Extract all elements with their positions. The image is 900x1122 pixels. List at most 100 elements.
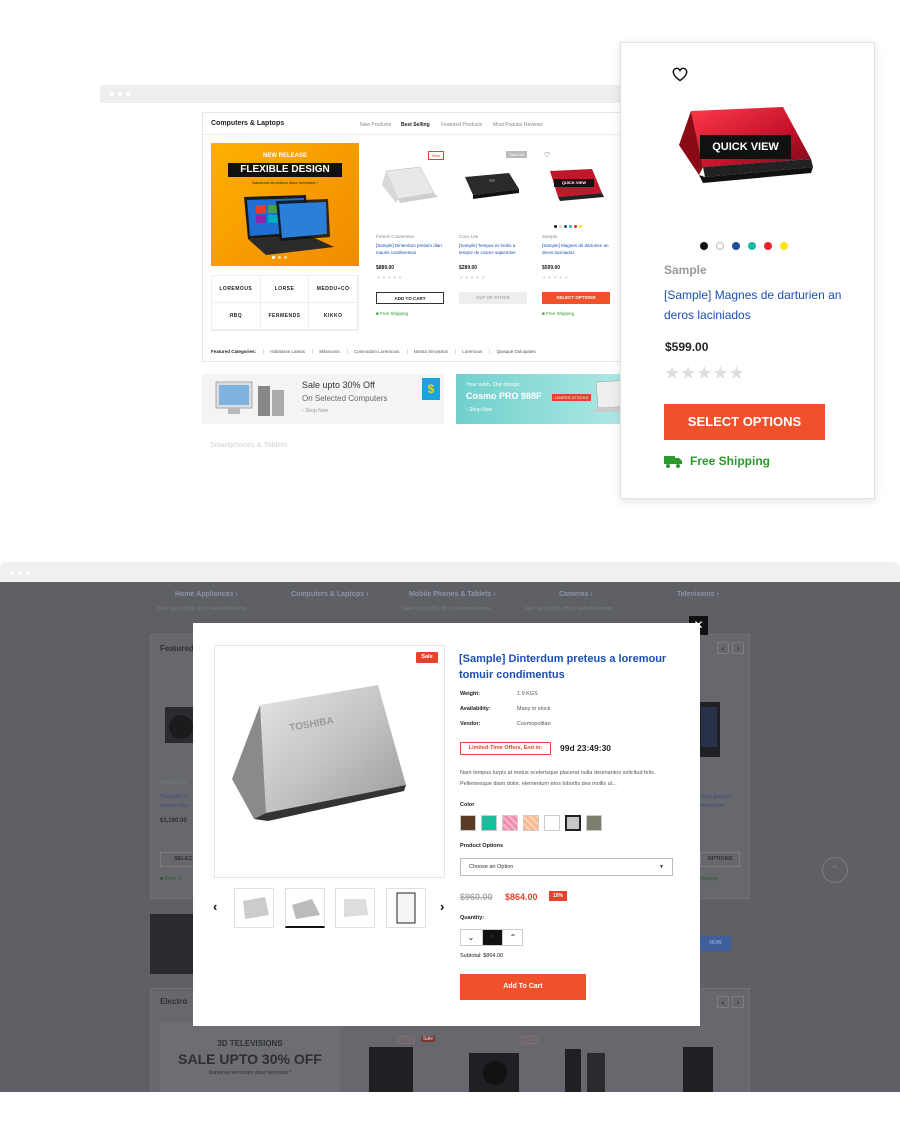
tab-featured-products[interactable]: Featured Products xyxy=(441,122,482,128)
nav-televisions[interactable]: Televisions › xyxy=(677,591,719,598)
scroll-to-top-icon[interactable]: ⌃ xyxy=(822,857,848,883)
color-option[interactable] xyxy=(481,815,497,831)
increase-quantity-button[interactable]: ⌃ xyxy=(503,930,523,945)
color-option[interactable] xyxy=(460,815,476,831)
shop-now-link[interactable]: › Shop Now xyxy=(302,408,328,414)
brand-logo[interactable]: MEDDU+CO xyxy=(309,276,358,303)
sale-badge: Sale xyxy=(421,1036,436,1042)
nav-cameras[interactable]: Cameras › xyxy=(559,591,593,598)
prev-arrow-icon[interactable]: ‹ xyxy=(717,642,729,654)
banner-pager[interactable] xyxy=(272,256,287,259)
product-options-select[interactable]: Choose an Option ▼ xyxy=(460,858,673,876)
brand-logo[interactable]: LORSE xyxy=(260,276,310,303)
brand-logo[interactable]: FERMENDS xyxy=(260,303,310,330)
product-title: [Sample] Dinterdum preteus a loremour to… xyxy=(459,653,667,681)
brand-logo[interactable]: ЯBQ xyxy=(212,303,261,330)
desktop-computer-image xyxy=(215,381,284,416)
sold-out-badge: Sold out xyxy=(506,151,527,158)
prev-arrow-icon[interactable]: ‹ xyxy=(213,899,217,914)
category-link[interactable]: Habitasse Lateas xyxy=(263,349,306,354)
wishlist-heart-icon[interactable]: ♡ xyxy=(544,151,550,159)
category-link[interactable]: Quisque Doluipates xyxy=(489,349,536,354)
swatch-blue[interactable] xyxy=(732,242,740,250)
next-arrow-icon[interactable]: › xyxy=(732,642,744,654)
out-of-stock-button[interactable]: OUT OF STOCK xyxy=(459,292,527,304)
color-option[interactable] xyxy=(523,815,539,831)
decrease-quantity-button[interactable]: ⌄ xyxy=(461,930,481,945)
quick-view-button[interactable]: QUICK VIEW xyxy=(700,135,791,159)
swatch-red[interactable] xyxy=(764,242,772,250)
swatch-white[interactable] xyxy=(716,242,724,250)
banner-top-text: 3D TELEVISIONS xyxy=(217,1039,283,1048)
add-to-cart-button[interactable]: Add To Cart xyxy=(460,974,586,1000)
new-badge: New xyxy=(398,1036,415,1044)
category-link[interactable]: Milanceos xyxy=(312,349,340,354)
shop-now-button[interactable]: NOW xyxy=(700,936,731,951)
color-option[interactable] xyxy=(502,815,518,831)
color-option-selected[interactable] xyxy=(565,815,581,831)
product-title[interactable]: [Sample] Magnes de darturien an deros la… xyxy=(542,242,610,256)
thumbnail-active[interactable] xyxy=(285,888,325,928)
options-button[interactable]: OPTIONS xyxy=(700,852,740,867)
product-price: $599.00 xyxy=(665,340,709,354)
color-option[interactable] xyxy=(544,815,560,831)
category-link[interactable]: Loremous xyxy=(455,349,483,354)
swatch-yellow[interactable] xyxy=(780,242,788,250)
rating-stars: ★★★★★ xyxy=(542,275,570,281)
promo-banner-flexible-design[interactable]: NEW RELEASE FLEXIBLE DESIGN Nameove lemo… xyxy=(211,143,359,266)
sale-badge: Sale xyxy=(416,652,438,663)
next-arrow-icon[interactable]: › xyxy=(732,996,744,1008)
brand-logo[interactable]: LOREMOUS xyxy=(212,276,261,303)
tv-promo-banner[interactable]: 3D TELEVISIONS SALE UPTO 30% OFF Nameove… xyxy=(160,1022,340,1092)
select-options-button[interactable]: SELECT OPTIONS xyxy=(664,404,825,440)
subtotal: Subtotal: $864.00 xyxy=(460,953,504,959)
product-title[interactable]: [Sample] Magnes de darturien an deros la… xyxy=(664,285,844,325)
window-dot xyxy=(10,571,14,575)
promo-banner-computers[interactable]: Sale upto 30% Off On Selected Computers … xyxy=(202,374,444,424)
product-title[interactable]: ntian pretium dimentum xyxy=(700,793,740,811)
select-options-button[interactable]: SELECT OPTIONS xyxy=(542,292,610,304)
swatch-teal[interactable] xyxy=(748,242,756,250)
product-title[interactable]: [Sample] Di dantes muu xyxy=(160,793,194,811)
product-price: $289.00 xyxy=(459,265,478,271)
tab-new-products[interactable]: New Products xyxy=(360,122,391,128)
shop-now-link[interactable]: › Shop Now xyxy=(466,407,492,413)
quick-view-button[interactable]: QUICK VIEW xyxy=(554,179,594,187)
product-title[interactable]: [Sample] Tempus es loritis a tempor de c… xyxy=(459,242,527,256)
wishlist-heart-icon[interactable] xyxy=(671,66,689,82)
chevron-down-icon: ▼ xyxy=(659,864,664,870)
next-arrow-icon[interactable]: › xyxy=(440,899,444,914)
tab-most-popular[interactable]: Most Popular Reviews xyxy=(493,122,543,128)
category-link[interactable]: Nostra Sinceptos xyxy=(406,349,448,354)
rating-stars: ★★★★★ xyxy=(664,363,745,383)
product-description: Nam tempus turpis at metus scelerisque p… xyxy=(460,770,656,787)
add-to-cart-button[interactable]: ADD TO CART xyxy=(376,292,444,304)
thumbnail[interactable] xyxy=(386,888,426,928)
quantity-stepper: ⌄ 1 ⌃ xyxy=(460,929,523,946)
section-title: Computers & Laptops xyxy=(211,120,285,127)
nav-home-appliances[interactable]: Home Appliances › xyxy=(175,591,238,598)
color-options xyxy=(460,815,602,831)
electronics-heading: Electro xyxy=(160,997,188,1006)
swatch-black[interactable] xyxy=(700,242,708,250)
brand-logo[interactable]: KIKKO xyxy=(309,303,358,330)
color-option[interactable] xyxy=(586,815,602,831)
product-image[interactable] xyxy=(459,163,525,207)
product-price: $599.00 xyxy=(542,265,561,271)
product-image[interactable] xyxy=(376,163,442,207)
shipping-text: Free Shipping xyxy=(690,454,771,468)
nav-computers-laptops[interactable]: Computers & Laptops › xyxy=(291,591,368,598)
fade-overlay xyxy=(100,430,640,470)
thumbnail[interactable] xyxy=(335,888,375,928)
quantity-input[interactable]: 1 xyxy=(482,930,503,945)
category-link[interactable]: Cosmodum Lorennous xyxy=(346,349,400,354)
thumbnail[interactable] xyxy=(234,888,274,928)
tab-best-selling[interactable]: Best Selling xyxy=(401,122,430,128)
color-label: Color xyxy=(460,802,475,808)
product-card-zoomed: QUICK VIEW Sample [Sample] Magnes de dar… xyxy=(620,42,875,499)
product-title[interactable]: [Sample] Dinterdum pretium dian mauris c… xyxy=(376,242,444,256)
prev-arrow-icon[interactable]: ‹ xyxy=(717,996,729,1008)
promo-banner-cosmo-pro[interactable]: Your wish. Our design. Cosmo PRO 988F LI… xyxy=(456,374,642,424)
nav-mobile-phones[interactable]: Mobile Phones & Tablets › xyxy=(409,591,496,598)
select-button[interactable]: SELEC xyxy=(160,852,195,867)
